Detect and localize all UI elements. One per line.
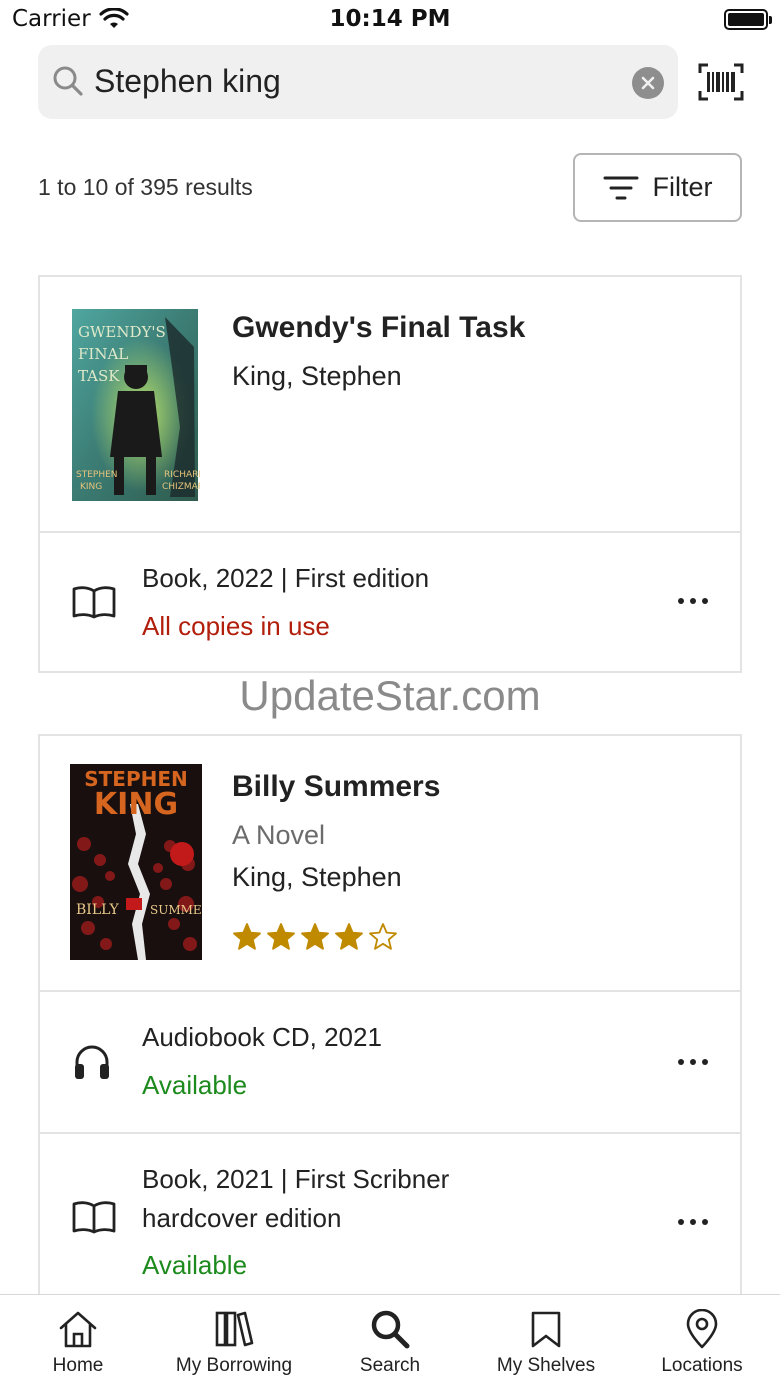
books-icon [215,1311,254,1347]
result-card-header[interactable]: STEPHEN KING BILLY SUMMERS Billy Summers… [40,736,740,992]
search-bar[interactable]: Stephen king [38,45,678,119]
format-description: Audiobook CD, 2021 [142,1022,382,1052]
book-icon [72,1201,116,1234]
status-bar: Carrier 10:14 PM [0,0,780,40]
star-filled-icon [301,923,329,950]
tab-label: Locations [661,1355,743,1376]
location-pin-icon [686,1309,718,1349]
book-cover-image[interactable]: GWENDY'S FINAL TASK STEPHEN KING RICHARD… [70,307,200,503]
star-filled-icon [267,923,295,950]
result-card: STEPHEN KING BILLY SUMMERS Billy Summers… [38,734,742,1334]
filter-icon [603,176,638,199]
tab-label: Search [359,1355,421,1376]
bookmark-icon [531,1311,561,1348]
svg-text:CHIZMAR: CHIZMAR [162,482,200,492]
book-title[interactable]: Billy Summers [232,770,440,804]
clear-search-button[interactable] [632,67,664,99]
availability-status: Available [142,1250,248,1280]
barcode-scan-icon[interactable] [698,63,744,101]
watermark: UpdateStar.com [239,672,541,719]
results-count: 1 to 10 of 395 results [38,174,253,200]
more-options-button[interactable] [678,1056,708,1068]
result-card: GWENDY'S FINAL TASK STEPHEN KING RICHARD… [38,275,742,673]
svg-text:KING: KING [94,787,178,822]
format-row[interactable]: Audiobook CD, 2021 Available [40,992,740,1134]
tab-my-borrowing[interactable]: My Borrowing [156,1295,312,1387]
format-row[interactable]: Book, 2022 | First edition All copies in… [40,533,740,671]
headphones-icon [75,1045,109,1079]
filter-label: Filter [652,172,713,202]
star-filled-icon [335,923,363,950]
tab-locations[interactable]: Locations [624,1295,780,1387]
svg-text:FINAL: FINAL [78,345,128,363]
book-title[interactable]: Gwendy's Final Task [232,311,525,345]
result-card-header[interactable]: GWENDY'S FINAL TASK STEPHEN KING RICHARD… [40,277,740,533]
format-description: Book, 2021 | First Scribner hardcover ed… [142,1164,450,1233]
bottom-tab-bar: Home My Borrowing Search My Shelves Loca… [0,1294,780,1387]
svg-text:SUMMERS: SUMMERS [150,903,202,917]
more-options-button[interactable] [678,1216,708,1228]
availability-status: All copies in use [142,611,330,641]
tab-search[interactable]: Search [312,1295,468,1387]
svg-text:KING: KING [80,482,102,492]
availability-status: Available [142,1070,248,1100]
tab-label: My Borrowing [175,1355,293,1376]
star-empty-icon [369,923,397,950]
svg-text:BILLY: BILLY [76,902,120,918]
more-options-button[interactable] [678,595,708,607]
svg-text:RICHARD: RICHARD [164,470,200,480]
filter-button[interactable]: Filter [573,153,742,222]
book-icon [72,586,116,619]
star-filled-icon [233,923,261,950]
tab-label: Home [52,1355,104,1376]
tab-my-shelves[interactable]: My Shelves [468,1295,624,1387]
status-time: 10:14 PM [329,6,451,32]
close-icon [641,76,655,90]
svg-text:GWENDY'S: GWENDY'S [78,323,166,341]
book-author[interactable]: King, Stephen [232,361,402,392]
book-subtitle: A Novel [232,820,326,850]
search-icon [371,1310,410,1349]
home-icon [59,1311,97,1348]
tab-label: My Shelves [496,1355,596,1376]
tab-home[interactable]: Home [0,1295,156,1387]
svg-text:STEPHEN: STEPHEN [76,470,118,480]
star-rating [232,922,398,952]
book-author[interactable]: King, Stephen [232,862,402,893]
search-input[interactable]: Stephen king [94,63,281,100]
book-cover-image[interactable]: STEPHEN KING BILLY SUMMERS [70,764,202,960]
battery-icon [724,9,772,30]
svg-text:TASK: TASK [78,367,120,385]
format-description: Book, 2022 | First edition [142,563,430,593]
search-icon [53,66,83,96]
